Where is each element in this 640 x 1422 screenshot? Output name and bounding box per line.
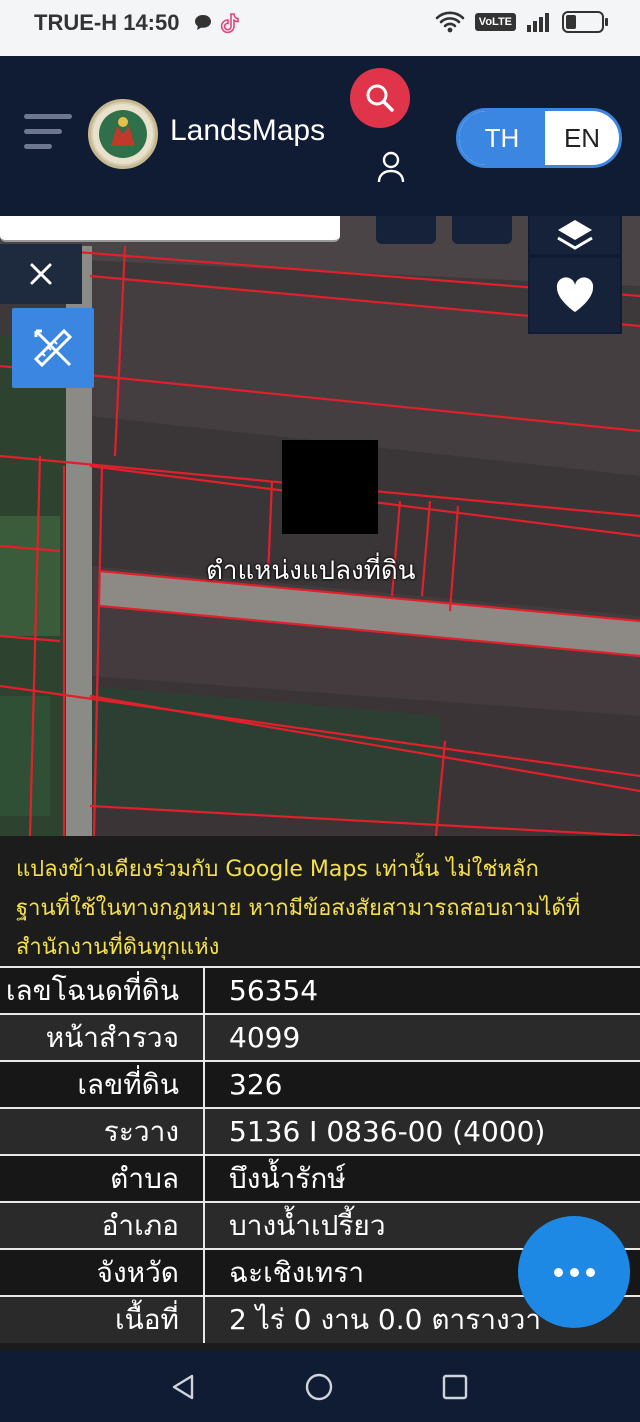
status-bar: TRUE-H 14:50 VoLTE [0, 0, 640, 56]
search-button[interactable] [350, 68, 410, 128]
recents-icon[interactable] [440, 1372, 470, 1402]
close-icon [30, 263, 52, 285]
menu-icon[interactable] [24, 114, 72, 152]
row-label-land-number: เลขที่ดิน [0, 1061, 205, 1108]
wifi-icon [435, 11, 465, 33]
user-icon [377, 151, 405, 183]
more-icon [569, 1267, 579, 1277]
more-options-button[interactable] [518, 1216, 630, 1328]
layers-icon [557, 220, 593, 250]
layers-button[interactable] [528, 216, 622, 256]
language-toggle[interactable]: TH EN [456, 108, 622, 168]
row-value-survey-page: 4099 [229, 1021, 301, 1054]
row-label-deed-number: เลขโฉนดที่ดิน [0, 967, 205, 1014]
map-control-button[interactable] [452, 216, 512, 244]
table-row: หน้าสำรวจ 4099 [0, 1014, 640, 1061]
disclaimer-text: แปลงข้างเคียงร่วมกับ Google Maps เท่านั้… [16, 836, 636, 967]
table-row: ระวาง 5136 I 0836-00 (4000) [0, 1108, 640, 1155]
disclaimer-line: ฐานที่ใช้ในทางกฎหมาย หากมีข้อสงสัยสามารถ… [16, 896, 581, 921]
disclaimer-line: สำนักงานที่ดินทุกแห่ง [16, 935, 220, 960]
back-icon[interactable] [168, 1372, 198, 1402]
row-label-province: จังหวัด [0, 1249, 205, 1296]
parcel-location-label: ตำแหน่งแปลงที่ดิน [206, 556, 416, 586]
row-label-subdistrict: ตำบล [0, 1155, 205, 1202]
status-carrier-time: TRUE-H 14:50 [34, 10, 180, 35]
row-label-survey-page: หน้าสำรวจ [0, 1014, 205, 1061]
lang-en-option[interactable]: EN [545, 111, 619, 165]
chat-icon [195, 15, 211, 30]
tiktok-icon [220, 13, 239, 34]
ruler-pencil-icon [33, 328, 73, 368]
department-seal-logo [88, 99, 158, 169]
battery-icon [562, 11, 608, 33]
measure-tool-button[interactable] [12, 308, 94, 388]
search-icon [366, 84, 394, 112]
disclaimer-line: แปลงข้างเคียงร่วมกับ Google Maps เท่านั้… [16, 857, 539, 882]
search-input-remnant[interactable] [0, 216, 340, 242]
favorite-button[interactable] [528, 256, 622, 334]
table-row: เลขโฉนดที่ดิน 56354 [0, 967, 640, 1014]
heart-icon [556, 277, 594, 312]
row-value-subdistrict: บึงน้ำรักษ์ [229, 1161, 346, 1195]
row-value-map-sheet: 5136 I 0836-00 (4000) [229, 1115, 546, 1148]
redacted-marker [282, 440, 378, 534]
home-icon[interactable] [304, 1372, 334, 1402]
close-button[interactable] [0, 244, 82, 304]
row-label-map-sheet: ระวาง [0, 1108, 205, 1155]
lang-th-option[interactable]: TH [459, 111, 545, 165]
table-row: เลขที่ดิน 326 [0, 1061, 640, 1108]
signal-icon [527, 13, 549, 32]
map-view[interactable]: ตำแหน่งแปลงที่ดิน [0, 216, 640, 836]
volte-badge: VoLTE [474, 13, 516, 31]
app-header: LandsMaps TH EN [0, 56, 640, 216]
map-control-button[interactable] [376, 216, 436, 244]
row-label-district: อำเภอ [0, 1202, 205, 1249]
more-icon [553, 1267, 563, 1277]
row-value-deed-number: 56354 [229, 974, 319, 1007]
system-nav-bar [0, 1350, 640, 1422]
row-label-area: เนื้อที่ [0, 1296, 205, 1343]
app-name: LandsMaps [170, 114, 326, 147]
user-button[interactable] [376, 150, 406, 184]
table-row: ตำบล บึงน้ำรักษ์ [0, 1155, 640, 1202]
row-value-land-number: 326 [229, 1068, 283, 1101]
more-icon [585, 1267, 595, 1277]
